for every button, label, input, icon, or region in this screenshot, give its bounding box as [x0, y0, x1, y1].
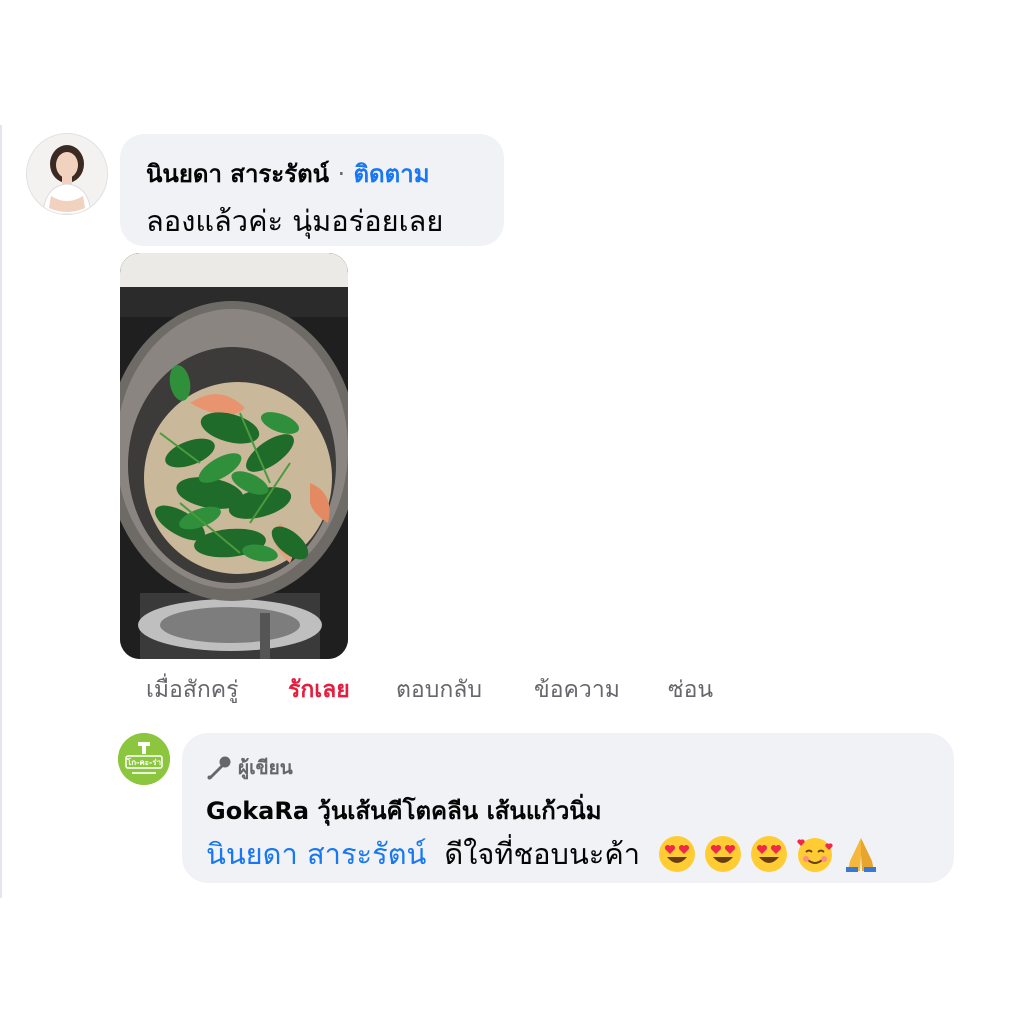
crop-edge: [0, 898, 1024, 1024]
author-badge-label: ผู้เขียน: [238, 757, 293, 779]
reply-text-row: นินยดา สาระรัตน์ ดีใจที่ชอบนะค้า: [206, 831, 880, 877]
brand-logo-text: โก-คะ-ร่า: [126, 757, 161, 767]
reply-text: ดีใจที่ชอบนะค้า: [444, 837, 641, 871]
follow-link[interactable]: ติดตาม: [353, 160, 429, 188]
author-badge: ผู้เขียน: [206, 753, 293, 783]
heart-eyes-icon: [705, 836, 742, 872]
comment-photo[interactable]: [120, 253, 348, 659]
separator-dot: ·: [337, 160, 346, 188]
timestamp: เมื่อสักครู่: [146, 677, 239, 703]
microphone-icon: [207, 756, 231, 780]
reply-button[interactable]: ตอบกลับ: [396, 672, 482, 708]
thread-line: [0, 125, 2, 900]
message-button[interactable]: ข้อความ: [534, 672, 620, 708]
page-avatar[interactable]: โก-คะ-ร่า: [118, 733, 170, 785]
brand-logo-icon: โก-คะ-ร่า: [118, 733, 170, 785]
avatar[interactable]: [26, 133, 108, 215]
love-reaction-button[interactable]: รักเลย: [288, 672, 350, 708]
heart-eyes-icon: [659, 836, 696, 872]
emoji-group: [658, 835, 880, 873]
user-avatar-icon: [27, 134, 107, 214]
author-name[interactable]: นินยดา สาระรัตน์: [146, 160, 329, 188]
smiling-face-with-hearts-icon: [797, 838, 833, 872]
comment-text: ลองแล้วค่ะ นุ่มอร่อยเลย: [146, 204, 444, 238]
food-photo-icon: [120, 253, 348, 659]
comment-header: นินยดา สาระรัตน์ · ติดตาม: [146, 154, 430, 193]
author-name[interactable]: GokaRa วุ้นเส้นคีโตคลีน เส้นแก้วนิ่ม: [206, 791, 602, 830]
hide-button[interactable]: ซ่อน: [668, 672, 713, 708]
folded-hands-icon: [846, 838, 877, 872]
reply-bubble: ผู้เขียน GokaRa วุ้นเส้นคีโตคลีน เส้นแก้…: [182, 733, 954, 883]
mention-link[interactable]: นินยดา สาระรัตน์: [206, 831, 426, 877]
comment-bubble: นินยดา สาระรัตน์ · ติดตาม ลองแล้วค่ะ นุ่…: [120, 134, 504, 246]
heart-eyes-icon: [751, 836, 788, 872]
